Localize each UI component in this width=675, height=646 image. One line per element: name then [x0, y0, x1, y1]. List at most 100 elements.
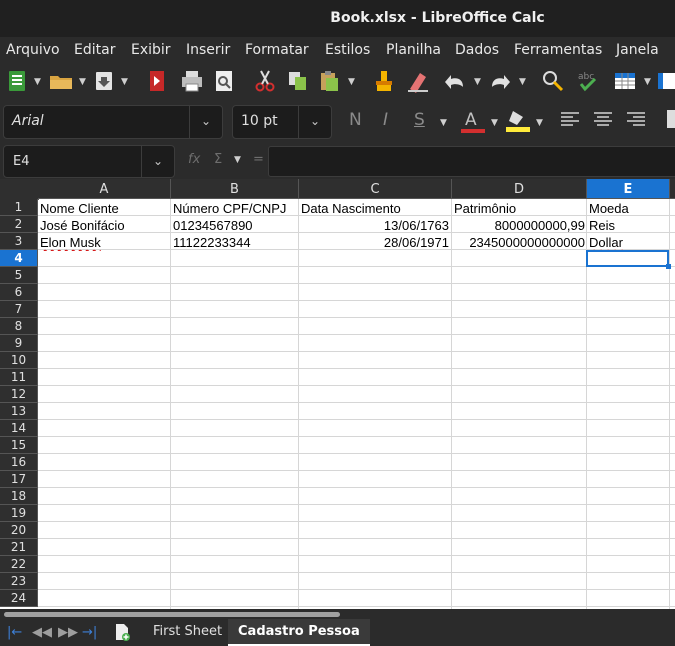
row-header[interactable]: 20 — [0, 522, 38, 539]
underline-dropdown-icon[interactable]: ▼ — [440, 118, 447, 128]
column-header-a[interactable]: A — [38, 179, 171, 199]
cut-icon[interactable] — [253, 69, 279, 95]
row-header[interactable]: 5 — [0, 267, 38, 284]
menu-editar[interactable]: Editar — [74, 42, 115, 58]
row-header[interactable]: 8 — [0, 318, 38, 335]
add-sheet-icon[interactable] — [114, 623, 130, 645]
menu-exibir[interactable]: Exibir — [131, 42, 171, 58]
font-color-button[interactable]: A — [465, 110, 477, 130]
find-replace-icon[interactable] — [541, 69, 567, 95]
row-header[interactable]: 4 — [0, 250, 38, 267]
font-color-dropdown-icon[interactable]: ▼ — [491, 118, 498, 128]
row-header[interactable]: 1 — [0, 199, 38, 216]
export-pdf-icon[interactable] — [146, 69, 172, 95]
font-size-box[interactable]: 10 pt ⌄ — [232, 105, 332, 139]
sum-icon[interactable]: Σ — [214, 152, 222, 167]
row-header[interactable]: 14 — [0, 420, 38, 437]
column-header-c[interactable]: C — [299, 179, 452, 199]
autofill-handle[interactable] — [666, 264, 671, 269]
undo-dropdown-icon[interactable]: ▼ — [474, 77, 481, 87]
underline-button[interactable]: S — [414, 110, 425, 130]
cell-e3[interactable]: Dollar — [589, 234, 668, 251]
row-dropdown-icon[interactable]: ▼ — [644, 77, 651, 87]
clear-formatting-icon[interactable] — [406, 69, 432, 95]
undo-icon[interactable] — [443, 69, 469, 95]
align-left-icon[interactable] — [559, 108, 585, 134]
open-folder-icon[interactable] — [48, 69, 74, 95]
menu-dados[interactable]: Dados — [455, 42, 499, 58]
row-header[interactable]: 23 — [0, 573, 38, 590]
cell-d1[interactable]: Patrimônio — [454, 200, 584, 217]
cell-a1[interactable]: Nome Cliente — [40, 200, 168, 217]
formula-input[interactable] — [268, 146, 675, 177]
menu-arquivo[interactable]: Arquivo — [6, 42, 60, 58]
row-icon[interactable] — [613, 69, 639, 95]
row-header[interactable]: 13 — [0, 403, 38, 420]
cell-b3[interactable]: 11122233344 — [173, 234, 297, 251]
scrollbar-thumb[interactable] — [4, 612, 340, 617]
cell-c1[interactable]: Data Nascimento — [301, 200, 449, 217]
row-header[interactable]: 17 — [0, 471, 38, 488]
cell-d3[interactable]: 2345000000000000 — [454, 234, 585, 251]
cell-c2[interactable]: 13/06/1763 — [301, 217, 449, 234]
save-dropdown-icon[interactable]: ▼ — [121, 77, 128, 87]
row-header[interactable]: 2 — [0, 216, 38, 233]
column-header-f[interactable] — [670, 179, 675, 199]
copy-icon[interactable] — [286, 69, 312, 95]
formula-equals-icon[interactable]: = — [253, 152, 264, 167]
cell-e2[interactable]: Reis — [589, 217, 668, 234]
row-header[interactable]: 19 — [0, 505, 38, 522]
spelling-icon[interactable]: abc — [576, 69, 602, 95]
previous-sheet-nav-icon[interactable]: ◀◀ — [32, 625, 52, 640]
italic-button[interactable]: I — [383, 110, 388, 130]
cell-d2[interactable]: 8000000000,99 — [454, 217, 585, 234]
cell-a3[interactable]: Elon Musk — [40, 234, 168, 251]
cell-b1[interactable]: Número CPF/CNPJ — [173, 200, 297, 217]
highlight-icon[interactable] — [505, 108, 531, 134]
row-header[interactable]: 16 — [0, 454, 38, 471]
column-header-e[interactable]: E — [587, 179, 670, 199]
next-sheet-nav-icon[interactable]: ▶▶ — [58, 625, 78, 640]
chevron-down-icon[interactable]: ⌄ — [298, 106, 331, 138]
sheet-tab-cadastro-pessoa[interactable]: Cadastro Pessoa — [228, 619, 370, 646]
row-header[interactable]: 7 — [0, 301, 38, 318]
select-all-corner[interactable] — [0, 179, 39, 200]
redo-dropdown-icon[interactable]: ▼ — [519, 77, 526, 87]
redo-icon[interactable] — [488, 69, 514, 95]
bold-button[interactable]: N — [349, 110, 362, 130]
menu-planilha[interactable]: Planilha — [386, 42, 441, 58]
open-dropdown-icon[interactable]: ▼ — [79, 77, 86, 87]
paste-icon[interactable] — [318, 69, 344, 95]
column-header-d[interactable]: D — [452, 179, 587, 199]
cell-a2[interactable]: José Bonifácio — [40, 217, 168, 234]
menu-ferramentas[interactable]: Ferramentas — [514, 42, 602, 58]
paste-dropdown-icon[interactable]: ▼ — [348, 77, 355, 87]
row-header[interactable]: 21 — [0, 539, 38, 556]
column-header-b[interactable]: B — [171, 179, 299, 199]
sheet-tab-first-sheet[interactable]: First Sheet — [143, 619, 232, 644]
row-header[interactable]: 10 — [0, 352, 38, 369]
save-icon[interactable] — [93, 69, 119, 95]
clone-formatting-icon[interactable] — [372, 69, 398, 95]
row-header[interactable]: 18 — [0, 488, 38, 505]
last-sheet-nav-icon[interactable]: →| — [82, 625, 97, 640]
new-dropdown-icon[interactable]: ▼ — [34, 77, 41, 87]
row-header[interactable]: 12 — [0, 386, 38, 403]
chevron-down-icon[interactable]: ⌄ — [141, 146, 174, 177]
menu-inserir[interactable]: Inserir — [186, 42, 230, 58]
wrap-text-icon[interactable] — [663, 108, 675, 134]
cell-c3[interactable]: 28/06/1971 — [301, 234, 449, 251]
row-header[interactable]: 15 — [0, 437, 38, 454]
row-header[interactable]: 9 — [0, 335, 38, 352]
cell-cursor[interactable] — [586, 250, 669, 267]
row-header[interactable]: 24 — [0, 590, 38, 607]
align-right-icon[interactable] — [625, 108, 651, 134]
row-header[interactable]: 22 — [0, 556, 38, 573]
cell-b2[interactable]: 01234567890 — [173, 217, 297, 234]
row-header[interactable]: 3 — [0, 233, 38, 250]
chevron-down-icon[interactable]: ⌄ — [189, 106, 222, 138]
sum-dropdown-icon[interactable]: ▼ — [234, 155, 241, 165]
first-sheet-nav-icon[interactable]: |← — [7, 625, 22, 640]
spreadsheet-grid[interactable]: A B C D E 1 2 3 4 5 6 7 8 9 10 11 12 13 14 15 16 17 18 19 2… — [0, 179, 675, 609]
row-header[interactable]: 6 — [0, 284, 38, 301]
